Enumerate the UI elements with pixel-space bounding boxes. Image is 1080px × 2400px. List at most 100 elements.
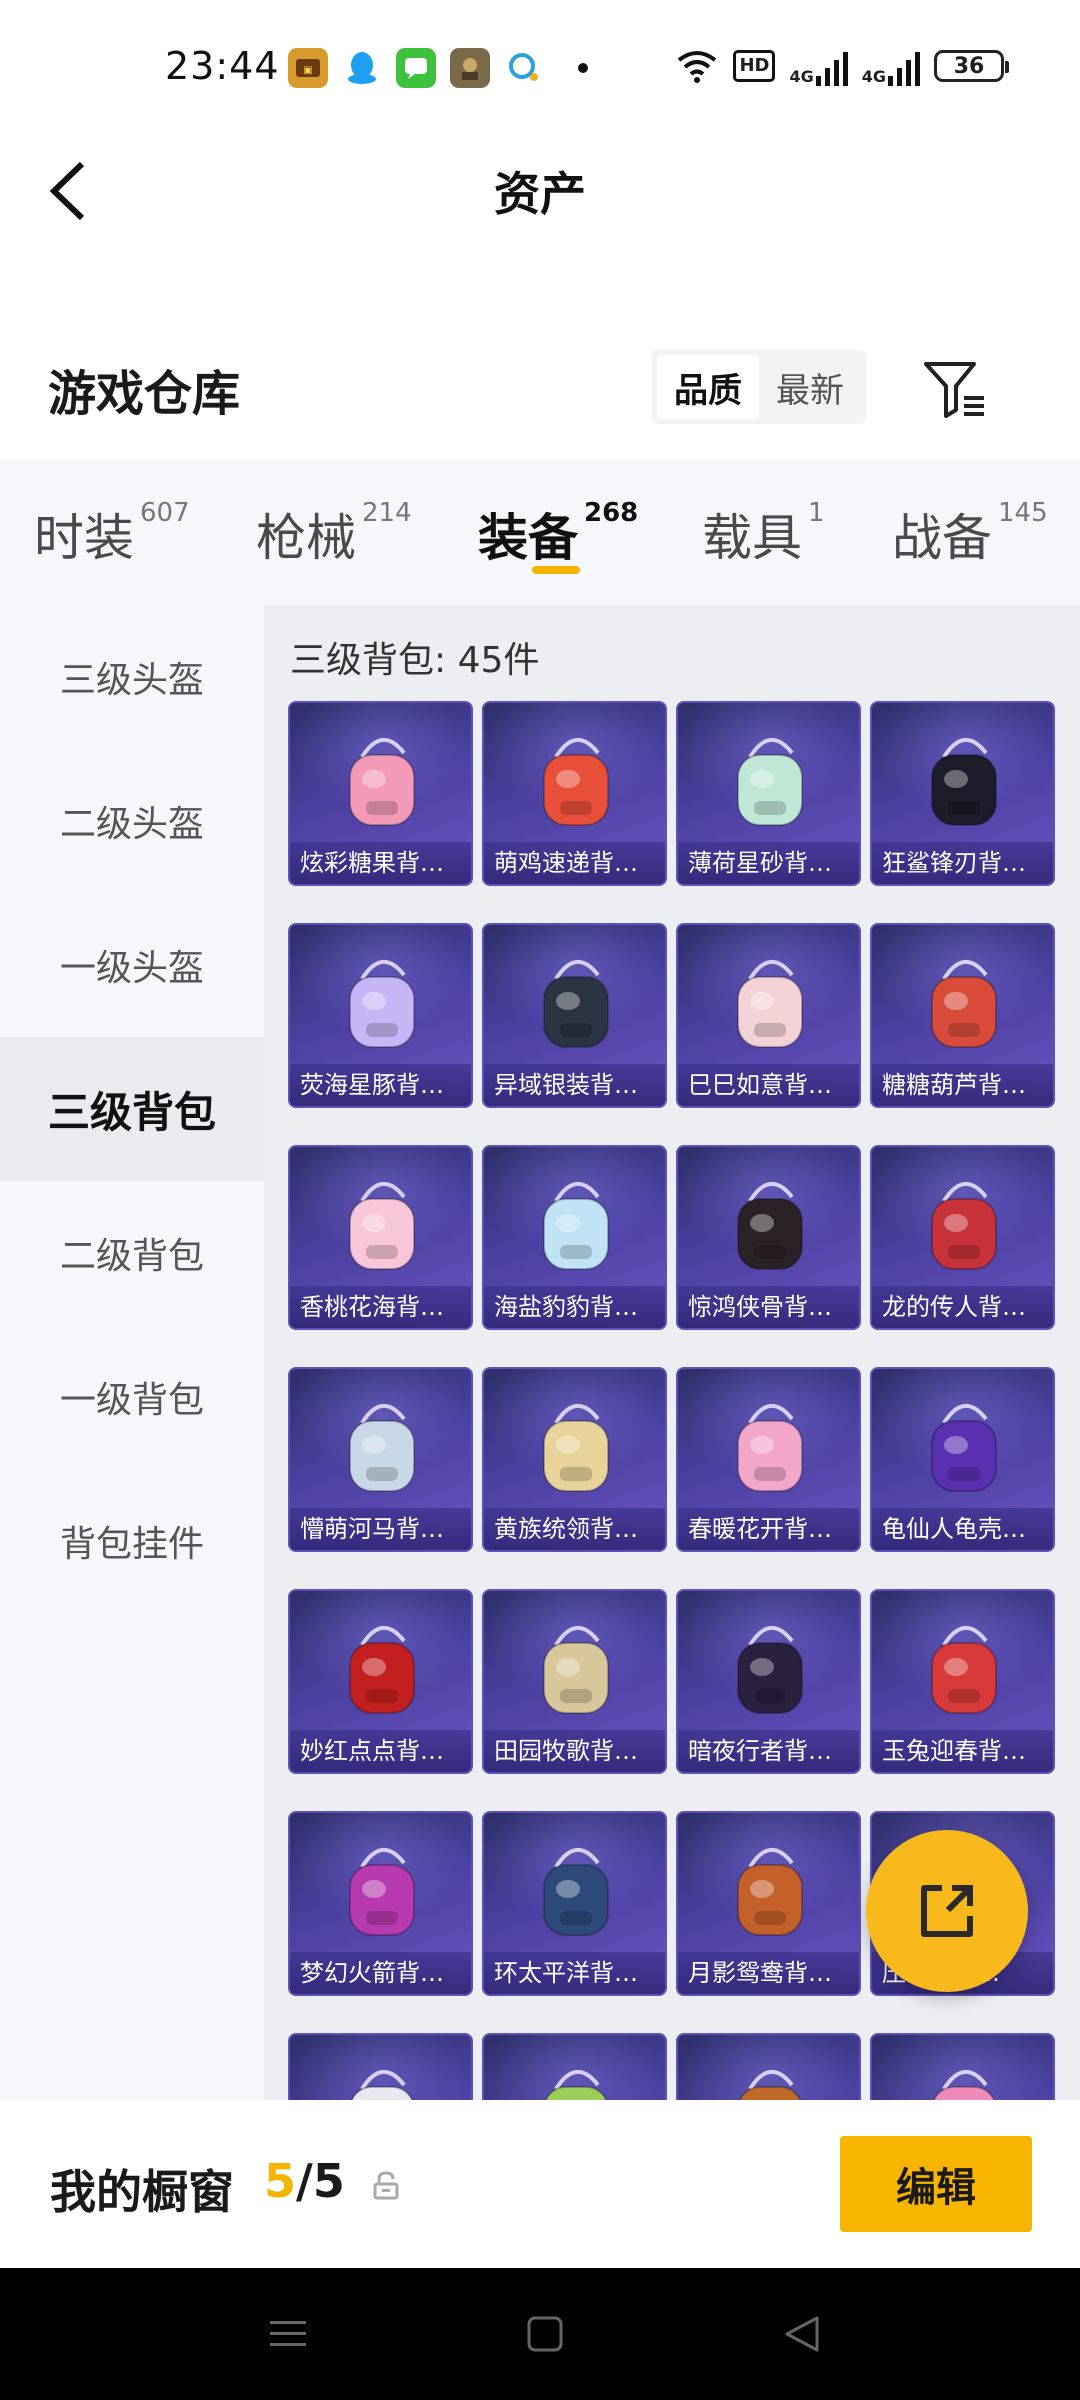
backpack-image: [349, 960, 415, 1048]
menu-button[interactable]: [258, 2308, 318, 2360]
hd-badge: HD: [733, 50, 776, 82]
sidebar-item-level3-helmet[interactable]: 三级头盔: [0, 605, 264, 749]
item-card[interactable]: 香桃花海背包...: [288, 1145, 473, 1330]
item-card[interactable]: 异域银装背包...: [482, 923, 667, 1108]
item-card[interactable]: 巳巳如意背包...: [676, 923, 861, 1108]
tab-label: 战备: [892, 509, 992, 567]
item-card[interactable]: 龙的传人背包...: [870, 1145, 1055, 1330]
tab-count: 1: [808, 498, 825, 528]
tab-vehicles[interactable]: 载具 1: [702, 498, 825, 570]
sidebar-item-level2-backpack[interactable]: 二级背包: [0, 1181, 264, 1325]
back-nav-button[interactable]: [772, 2308, 832, 2360]
item-name: 月影鸳鸯背包...: [678, 1952, 859, 1994]
lock-icon: [373, 2171, 399, 2200]
item-card[interactable]: 春暖花开背包...: [676, 1367, 861, 1552]
backpack-image: [349, 1848, 415, 1936]
item-card[interactable]: 海盐豹豹背包...: [482, 1145, 667, 1330]
item-name: 海盐豹豹背包...: [484, 1286, 665, 1328]
item-name: 惊鸿侠骨背包...: [678, 1286, 859, 1328]
item-card[interactable]: 龟仙人龟壳背...: [870, 1367, 1055, 1552]
item-card[interactable]: 炫彩糖果背包...: [288, 701, 473, 886]
item-card[interactable]: 萌鸡速递背包...: [482, 701, 667, 886]
warehouse-title: 游戏仓库: [48, 366, 241, 422]
tab-label: 载具: [702, 509, 802, 567]
status-bar: 23:44 ▣ HD 4G 4G 36: [0, 0, 1080, 136]
sidebar-item-level3-backpack[interactable]: 三级背包: [0, 1037, 264, 1181]
item-card[interactable]: [870, 2033, 1055, 2100]
messages-icon: [396, 48, 436, 88]
sidebar-item-level1-backpack[interactable]: 一级背包: [0, 1325, 264, 1469]
tab-count: 214: [362, 498, 412, 528]
item-card[interactable]: 荧海星豚背包...: [288, 923, 473, 1108]
backpack-image: [737, 960, 803, 1048]
menu-icon: [270, 2321, 306, 2346]
item-card[interactable]: [288, 2033, 473, 2100]
sidebar-item-level1-helmet[interactable]: 一级头盔: [0, 893, 264, 1037]
showcase-sep: /: [296, 2154, 313, 2208]
item-card[interactable]: 糖糖葫芦背包...: [870, 923, 1055, 1108]
item-name: 环太平洋背包...: [484, 1952, 665, 1994]
sidebar-item-level2-helmet[interactable]: 二级头盔: [0, 749, 264, 893]
sidebar: 三级头盔 二级头盔 一级头盔 三级背包 二级背包 一级背包 背包挂件: [0, 605, 264, 2100]
system-nav-bar: [0, 2268, 1080, 2400]
share-button[interactable]: [866, 1830, 1028, 1992]
sort-quality-button[interactable]: 品质: [657, 355, 759, 419]
edit-button[interactable]: 编辑: [840, 2136, 1032, 2232]
tab-equipment[interactable]: 装备 268: [478, 498, 638, 570]
item-card[interactable]: 月影鸳鸯背包...: [676, 1811, 861, 1996]
item-name: 妙红点点背包...: [290, 1730, 471, 1772]
backpack-image: [350, 2070, 414, 2100]
backpack-image: [349, 738, 415, 826]
item-card[interactable]: 黄族统领背包...: [482, 1367, 667, 1552]
item-card[interactable]: 妙红点点背包...: [288, 1589, 473, 1774]
item-name: 荧海星豚背包...: [290, 1064, 471, 1106]
showcase-label: 我的橱窗: [50, 2165, 234, 2219]
item-card[interactable]: 田园牧歌背包...: [482, 1589, 667, 1774]
tab-guns[interactable]: 枪械 214: [256, 498, 412, 570]
item-card[interactable]: 环太平洋背包...: [482, 1811, 667, 1996]
item-card[interactable]: 梦幻火箭背包...: [288, 1811, 473, 1996]
svg-text:▣: ▣: [303, 65, 312, 76]
tab-label: 时装: [34, 509, 134, 567]
tab-fashion[interactable]: 时装 607: [34, 498, 190, 570]
backpack-image: [931, 738, 997, 826]
backpack-image: [543, 738, 609, 826]
backpack-image: [737, 1404, 803, 1492]
item-card[interactable]: [676, 2033, 861, 2100]
page-title: 资产: [494, 167, 586, 221]
item-card[interactable]: 暗夜行者背包...: [676, 1589, 861, 1774]
item-card[interactable]: [482, 2033, 667, 2100]
tab-label: 装备: [478, 509, 578, 567]
game-center-icon: ▣: [288, 48, 328, 88]
backpack-image: [349, 1404, 415, 1492]
item-name: 异域银装背包...: [484, 1064, 665, 1106]
backpack-image: [349, 1626, 415, 1714]
item-card[interactable]: 惊鸿侠骨背包...: [676, 1145, 861, 1330]
backpack-image: [931, 1626, 997, 1714]
backpack-image: [543, 1848, 609, 1936]
wifi-icon: [678, 51, 717, 83]
item-card[interactable]: 薄荷星砂背包...: [676, 701, 861, 886]
status-time: 23:44: [165, 44, 280, 88]
item-name: 暗夜行者背包...: [678, 1730, 859, 1772]
backpack-image: [738, 2070, 802, 2100]
item-card[interactable]: 玉兔迎春背包...: [870, 1589, 1055, 1774]
backpack-image: [931, 960, 997, 1048]
item-name: 田园牧歌背包...: [484, 1730, 665, 1772]
filter-button[interactable]: [922, 358, 988, 420]
backpack-image: [349, 1182, 415, 1270]
qq-icon: [342, 48, 382, 88]
item-name: 玉兔迎春背包...: [872, 1730, 1053, 1772]
item-card[interactable]: 懵萌河马背包...: [288, 1367, 473, 1552]
showcase-used: 5: [264, 2154, 297, 2208]
backpack-image: [931, 1404, 997, 1492]
item-card[interactable]: 狂鲨锋刃背包...: [870, 701, 1055, 886]
sort-latest-button[interactable]: 最新: [759, 355, 861, 419]
item-name: 龟仙人龟壳背...: [872, 1508, 1053, 1550]
back-triangle-icon: [785, 2316, 819, 2352]
home-button[interactable]: [515, 2308, 575, 2360]
backpack-image: [737, 1182, 803, 1270]
item-name: 懵萌河马背包...: [290, 1508, 471, 1550]
tab-gear[interactable]: 战备 145: [892, 498, 1048, 570]
sidebar-item-backpack-charm[interactable]: 背包挂件: [0, 1469, 264, 1613]
